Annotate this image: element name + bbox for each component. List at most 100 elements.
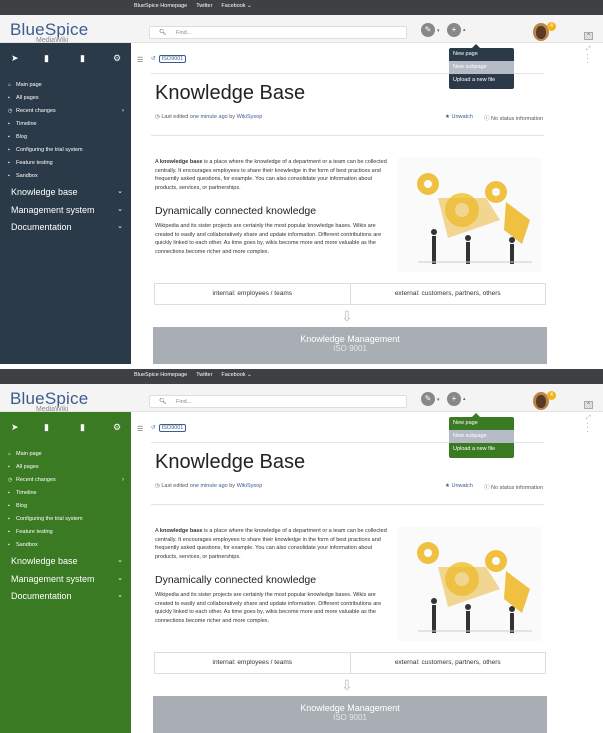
facebook-link[interactable]: Facebook ⌄ — [221, 3, 251, 9]
sidebar-item-main-page[interactable]: ⌂ Main page — [8, 448, 128, 461]
sidebar-item-label: Feature testing — [16, 160, 53, 166]
book-icon[interactable]: ▮ — [44, 422, 49, 433]
sidebar-item-sandbox[interactable]: ▪ Sandbox — [8, 170, 128, 183]
sidebar-item-all-pages[interactable]: ▪ All pages — [8, 92, 128, 105]
sidebar-item-configuring[interactable]: ▪ Configuring the trial system — [8, 513, 128, 526]
sidebar-item-recent-changes[interactable]: ◷ Recent changes › — [8, 105, 128, 118]
homepage-link[interactable]: BlueSpice Homepage — [134, 3, 187, 9]
sidebar-item-blog[interactable]: ▪ Blog — [8, 131, 128, 144]
chevron-down-icon: ⌄ — [117, 557, 123, 564]
menu-item-new-subpage[interactable]: New subpage — [449, 430, 514, 443]
unwatch-button[interactable]: ★ Unwatch — [445, 483, 473, 489]
menu-icon[interactable]: ☰ — [137, 56, 143, 64]
menu-item-new-subpage[interactable]: New subpage — [449, 61, 514, 74]
screenshot-panel: BlueSpice Homepage Twitter Facebook ⌄ Bl… — [0, 0, 603, 364]
more-options-icon[interactable]: · · · — [586, 419, 589, 436]
sidebar-item-blog[interactable]: ▪ Blog — [8, 500, 128, 513]
breadcrumb-tag[interactable]: ISO9001 — [158, 424, 187, 432]
breadcrumb-arrow-icon: ↺ — [151, 425, 156, 431]
menu-icon[interactable]: ☰ — [137, 425, 143, 433]
breadcrumb-tag[interactable]: ISO9001 — [158, 55, 187, 63]
page-icon: ▪ — [8, 464, 10, 470]
bold-term: knowledge base — [159, 528, 203, 534]
star-icon: ★ — [445, 114, 450, 120]
sidebar-section-management-system[interactable]: Management system ⌄ — [11, 205, 127, 215]
sidebar-item-all-pages[interactable]: ▪ All pages — [8, 461, 128, 474]
chevron-down-icon: ⌄ — [117, 223, 123, 230]
navigation-icon[interactable]: ➤ — [11, 53, 19, 64]
clipboard-icon[interactable]: ▮ — [80, 422, 85, 433]
sidebar-section-knowledge-base[interactable]: Knowledge base ⌄ — [11, 556, 127, 566]
chevron-down-icon[interactable]: ▾ — [437, 28, 440, 34]
last-edited-time-link[interactable]: one minute ago — [190, 483, 228, 489]
sidebar-item-label: Timeline — [16, 121, 37, 127]
clock-icon: ◷ — [8, 108, 13, 114]
collapse-up-icon[interactable]: ^ — [584, 401, 593, 409]
search-icon: 🔍︎ — [159, 399, 167, 405]
sidebar-section-management-system[interactable]: Management system ⌄ — [11, 574, 127, 584]
menu-item-new-page[interactable]: New page — [449, 417, 514, 430]
unwatch-button[interactable]: ★ Unwatch — [445, 114, 473, 120]
clock-icon: ◷ — [8, 477, 13, 483]
sidebar-item-feature-testing[interactable]: ▪ Feature testing — [8, 526, 128, 539]
search-input[interactable]: 🔍︎ Find... — [149, 395, 407, 408]
add-icon[interactable]: + — [447, 392, 461, 406]
sidebar-item-sandbox[interactable]: ▪ Sandbox — [8, 539, 128, 552]
navigation-icon[interactable]: ➤ — [11, 422, 19, 433]
knowledge-table: internal: employees / teams external: cu… — [154, 283, 546, 305]
logo[interactable]: BlueSpice MediaWiki — [10, 389, 88, 413]
page-icon: ▪ — [8, 542, 10, 548]
chevron-right-icon: › — [122, 108, 124, 114]
status-label: No status information — [491, 116, 544, 122]
homepage-link[interactable]: BlueSpice Homepage — [134, 372, 187, 378]
last-edited-user-link[interactable]: WikiSysop — [237, 483, 263, 489]
sidebar-nav: ⌂ Main page ▪ All pages ◷ Recent changes › ▪… — [8, 79, 128, 183]
sidebar-item-main-page[interactable]: ⌂ Main page — [8, 79, 128, 92]
book-icon[interactable]: ▮ — [44, 53, 49, 64]
last-edited-user-link[interactable]: WikiSysop — [237, 114, 263, 120]
edit-icon[interactable]: ✎ — [421, 392, 435, 406]
add-icon[interactable]: + — [447, 23, 461, 37]
chevron-down-icon: ⌄ — [117, 592, 123, 599]
menu-item-upload-file[interactable]: Upload a new file — [449, 74, 514, 87]
more-options-icon[interactable]: · · · — [586, 50, 589, 67]
sidebar-item-recent-changes[interactable]: ◷ Recent changes › — [8, 474, 128, 487]
sidebar-section-knowledge-base[interactable]: Knowledge base ⌄ — [11, 187, 127, 197]
new-page-dropdown: New page New subpage Upload a new file — [449, 417, 514, 458]
twitter-link[interactable]: Twitter — [196, 372, 212, 378]
sidebar-section-documentation[interactable]: Documentation ⌄ — [11, 222, 127, 232]
info-icon: ⓘ — [484, 485, 490, 491]
last-edited-time-link[interactable]: one minute ago — [190, 114, 228, 120]
clipboard-icon[interactable]: ▮ — [80, 53, 85, 64]
sidebar: ➤ ▮ ▮ ⚙ ⌂ Main page ▪ All pages ◷ Recent ch… — [0, 43, 131, 364]
page-icon: ▪ — [8, 121, 10, 127]
facebook-link[interactable]: Facebook ⌄ — [221, 372, 251, 378]
table-cell-internal: internal: employees / teams — [155, 653, 351, 673]
gear-icon[interactable]: ⚙ — [113, 422, 121, 433]
sidebar-item-feature-testing[interactable]: ▪ Feature testing — [8, 157, 128, 170]
new-page-dropdown: New page New subpage Upload a new file — [449, 48, 514, 89]
chevron-down-icon[interactable]: ▾ — [437, 397, 440, 403]
search-input[interactable]: 🔍︎ Find... — [149, 26, 407, 39]
twitter-link[interactable]: Twitter — [196, 3, 212, 9]
logo[interactable]: BlueSpice MediaWiki — [10, 20, 88, 44]
chevron-up-icon[interactable]: ▴ — [463, 27, 466, 33]
edit-icon[interactable]: ✎ — [421, 23, 435, 37]
gear-icon[interactable]: ⚙ — [113, 53, 121, 64]
sidebar: ➤ ▮ ▮ ⚙ ⌂ Main page ▪ All pages ◷ Recent ch… — [0, 412, 131, 733]
last-edited-prefix: Last edited — [161, 483, 189, 489]
sidebar-item-timeline[interactable]: ▪ Timeline — [8, 118, 128, 131]
menu-item-new-page[interactable]: New page — [449, 48, 514, 61]
km-subtitle: ISO 9001 — [333, 713, 367, 722]
chevron-up-icon[interactable]: ▴ — [463, 396, 466, 402]
clock-icon: ◷ — [155, 114, 160, 120]
menu-item-upload-file[interactable]: Upload a new file — [449, 443, 514, 456]
sidebar-item-configuring[interactable]: ▪ Configuring the trial system — [8, 144, 128, 157]
sidebar-section-documentation[interactable]: Documentation ⌄ — [11, 591, 127, 601]
sidebar-item-timeline[interactable]: ▪ Timeline — [8, 487, 128, 500]
collapse-up-icon[interactable]: ^ — [584, 32, 593, 40]
bold-term: knowledge base — [159, 159, 203, 165]
page-icon: ▪ — [8, 95, 10, 101]
sidebar-item-label: Blog — [16, 134, 28, 140]
section-heading: Dynamically connected knowledge — [155, 574, 317, 586]
